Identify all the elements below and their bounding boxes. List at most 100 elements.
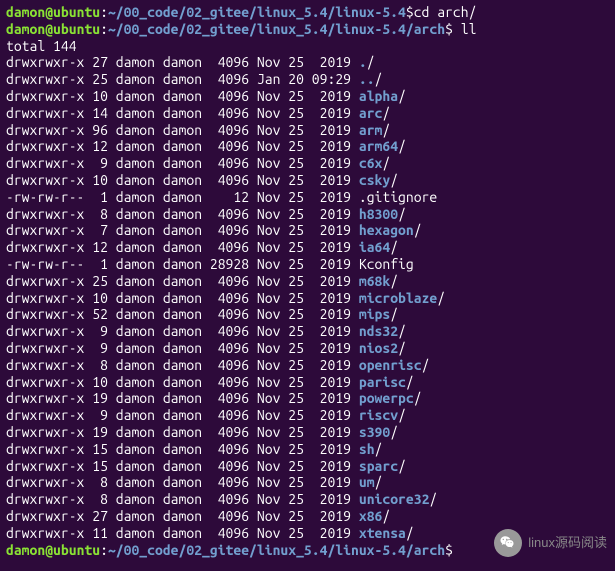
filename: h8300 bbox=[359, 206, 398, 222]
size: 4096 bbox=[210, 88, 249, 104]
owner: damon bbox=[116, 306, 155, 322]
group: damon bbox=[163, 508, 202, 524]
date: Nov 25 2019 bbox=[257, 390, 351, 406]
listing-row: drwxrwxr-x 10 damon damon 4096 Nov 25 20… bbox=[6, 88, 609, 105]
size: 4096 bbox=[210, 390, 249, 406]
owner: damon bbox=[116, 206, 155, 222]
link-count: 8 bbox=[92, 474, 108, 490]
owner: damon bbox=[116, 71, 155, 87]
group: damon bbox=[163, 71, 202, 87]
listing-row: drwxrwxr-x 14 damon damon 4096 Nov 25 20… bbox=[6, 105, 609, 122]
permissions: -rw-rw-r-- bbox=[6, 256, 84, 272]
owner: damon bbox=[116, 458, 155, 474]
link-count: 10 bbox=[92, 290, 108, 306]
filename: s390 bbox=[359, 424, 390, 440]
group: damon bbox=[163, 407, 202, 423]
permissions: drwxrwxr-x bbox=[6, 323, 84, 339]
filename: alpha bbox=[359, 88, 398, 104]
group: damon bbox=[163, 441, 202, 457]
date: Nov 25 2019 bbox=[257, 357, 351, 373]
permissions: drwxrwxr-x bbox=[6, 340, 84, 356]
group: damon bbox=[163, 374, 202, 390]
size: 4096 bbox=[210, 206, 249, 222]
size: 4096 bbox=[210, 474, 249, 490]
link-count: 15 bbox=[92, 458, 108, 474]
permissions: drwxrwxr-x bbox=[6, 441, 84, 457]
date: Nov 25 2019 bbox=[257, 155, 351, 171]
link-count: 10 bbox=[92, 374, 108, 390]
size: 4096 bbox=[210, 357, 249, 373]
size: 4096 bbox=[210, 374, 249, 390]
listing-row: drwxrwxr-x 15 damon damon 4096 Nov 25 20… bbox=[6, 458, 609, 475]
prompt-line: damon@ubuntu:~/00_code/02_gitee/linux_5.… bbox=[6, 21, 609, 38]
listing-row: drwxrwxr-x 27 damon damon 4096 Nov 25 20… bbox=[6, 508, 609, 525]
link-count: 12 bbox=[92, 138, 108, 154]
date: Nov 25 2019 bbox=[257, 256, 351, 272]
owner: damon bbox=[116, 273, 155, 289]
listing-row: drwxrwxr-x 8 damon damon 4096 Nov 25 201… bbox=[6, 491, 609, 508]
permissions: drwxrwxr-x bbox=[6, 474, 84, 490]
permissions: drwxrwxr-x bbox=[6, 390, 84, 406]
size: 4096 bbox=[210, 458, 249, 474]
permissions: -rw-rw-r-- bbox=[6, 189, 84, 205]
permissions: drwxrwxr-x bbox=[6, 88, 84, 104]
group: damon bbox=[163, 474, 202, 490]
listing-row: drwxrwxr-x 8 damon damon 4096 Nov 25 201… bbox=[6, 357, 609, 374]
owner: damon bbox=[116, 138, 155, 154]
listing-row: -rw-rw-r-- 1 damon damon 12 Nov 25 2019 … bbox=[6, 189, 609, 206]
permissions: drwxrwxr-x bbox=[6, 491, 84, 507]
size: 4096 bbox=[210, 138, 249, 154]
listing-row: drwxrwxr-x 25 damon damon 4096 Nov 25 20… bbox=[6, 273, 609, 290]
filename: sparc bbox=[359, 458, 398, 474]
date: Nov 25 2019 bbox=[257, 508, 351, 524]
date: Jan 20 09:29 bbox=[257, 71, 351, 87]
date: Nov 25 2019 bbox=[257, 458, 351, 474]
group: damon bbox=[163, 357, 202, 373]
group: damon bbox=[163, 155, 202, 171]
listing-row: drwxrwxr-x 10 damon damon 4096 Nov 25 20… bbox=[6, 374, 609, 391]
permissions: drwxrwxr-x bbox=[6, 206, 84, 222]
link-count: 10 bbox=[92, 172, 108, 188]
listing-row: drwxrwxr-x 9 damon damon 4096 Nov 25 201… bbox=[6, 323, 609, 340]
size: 4096 bbox=[210, 441, 249, 457]
terminal-output[interactable]: damon@ubuntu:~/00_code/02_gitee/linux_5.… bbox=[0, 0, 615, 562]
filename: hexagon bbox=[359, 222, 414, 238]
date: Nov 25 2019 bbox=[257, 105, 351, 121]
watermark-badge: linux源码阅读 bbox=[494, 529, 607, 557]
link-count: 9 bbox=[92, 407, 108, 423]
permissions: drwxrwxr-x bbox=[6, 357, 84, 373]
owner: damon bbox=[116, 172, 155, 188]
owner: damon bbox=[116, 122, 155, 138]
date: Nov 25 2019 bbox=[257, 172, 351, 188]
permissions: drwxrwxr-x bbox=[6, 525, 84, 541]
date: Nov 25 2019 bbox=[257, 290, 351, 306]
listing-row: drwxrwxr-x 96 damon damon 4096 Nov 25 20… bbox=[6, 122, 609, 139]
permissions: drwxrwxr-x bbox=[6, 122, 84, 138]
date: Nov 25 2019 bbox=[257, 206, 351, 222]
listing-row: -rw-rw-r-- 1 damon damon 28928 Nov 25 20… bbox=[6, 256, 609, 273]
size: 4096 bbox=[210, 323, 249, 339]
filename: .. bbox=[359, 71, 375, 87]
owner: damon bbox=[116, 323, 155, 339]
listing-row: drwxrwxr-x 10 damon damon 4096 Nov 25 20… bbox=[6, 172, 609, 189]
link-count: 15 bbox=[92, 441, 108, 457]
listing-row: drwxrwxr-x 9 damon damon 4096 Nov 25 201… bbox=[6, 340, 609, 357]
size: 4096 bbox=[210, 155, 249, 171]
listing-row: drwxrwxr-x 9 damon damon 4096 Nov 25 201… bbox=[6, 407, 609, 424]
date: Nov 25 2019 bbox=[257, 491, 351, 507]
owner: damon bbox=[116, 189, 155, 205]
permissions: drwxrwxr-x bbox=[6, 407, 84, 423]
owner: damon bbox=[116, 441, 155, 457]
listing-row: drwxrwxr-x 7 damon damon 4096 Nov 25 201… bbox=[6, 222, 609, 239]
permissions: drwxrwxr-x bbox=[6, 222, 84, 238]
listing-row: drwxrwxr-x 25 damon damon 4096 Jan 20 09… bbox=[6, 71, 609, 88]
size: 4096 bbox=[210, 290, 249, 306]
total-line: total 144 bbox=[6, 38, 609, 55]
date: Nov 25 2019 bbox=[257, 474, 351, 490]
link-count: 8 bbox=[92, 491, 108, 507]
date: Nov 25 2019 bbox=[257, 88, 351, 104]
group: damon bbox=[163, 54, 202, 70]
owner: damon bbox=[116, 88, 155, 104]
filename: sh bbox=[359, 441, 375, 457]
owner: damon bbox=[116, 390, 155, 406]
